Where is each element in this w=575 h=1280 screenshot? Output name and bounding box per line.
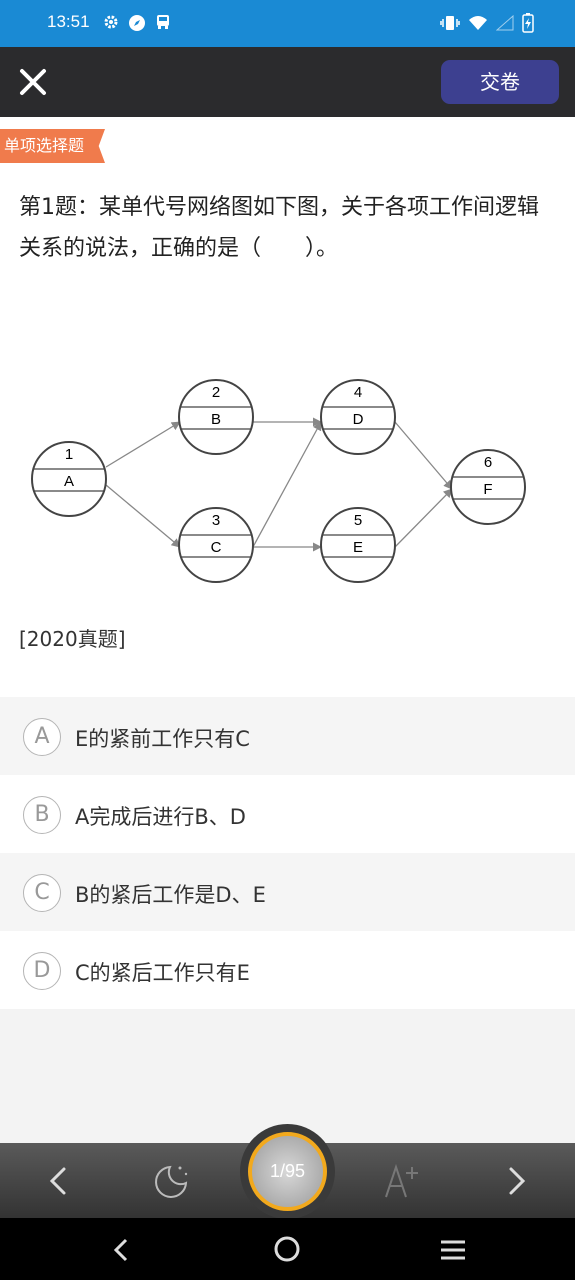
font-size-icon[interactable]	[380, 1159, 424, 1203]
status-time: 13:51	[47, 12, 90, 31]
node-number: 4	[354, 384, 362, 401]
option-text: C的紧后工作只有E	[75, 961, 250, 985]
node-number: 3	[212, 512, 220, 529]
status-left-icons	[103, 14, 171, 32]
option-letter: C	[23, 874, 61, 912]
option-text: A完成后进行B、D	[75, 805, 246, 829]
submit-exam-button[interactable]: 交卷	[441, 60, 559, 104]
progress-indicator[interactable]: 1/95	[240, 1124, 335, 1219]
option-c[interactable]: C B的紧后工作是D、E	[0, 853, 575, 931]
option-letter: B	[23, 796, 61, 834]
compass-icon	[129, 15, 145, 31]
diagram-node: 3 C	[178, 507, 254, 583]
option-letter: D	[23, 952, 61, 990]
diagram-node: 1 A	[31, 441, 107, 517]
night-mode-icon[interactable]	[150, 1159, 194, 1203]
system-nav-bar	[0, 1218, 575, 1280]
network-diagram: 1 A 2 B 3 C 4 D 5 E 6 F	[31, 379, 526, 583]
node-label: A	[64, 473, 74, 490]
option-text: B的紧后工作是D、E	[75, 883, 266, 907]
diagram-node: 5 E	[320, 507, 396, 583]
option-text: E的紧前工作只有C	[75, 727, 250, 751]
option-letter: A	[23, 718, 61, 756]
option-d[interactable]: D C的紧后工作只有E	[0, 931, 575, 1009]
node-label: C	[211, 539, 222, 556]
home-icon[interactable]	[273, 1235, 301, 1263]
node-number: 6	[484, 454, 492, 471]
top-bar: 交卷	[0, 47, 575, 117]
question-source: [2020真题]	[19, 627, 126, 651]
settings-icon	[104, 15, 118, 29]
app-screen: 13:51 交卷 单项选择题 第1题：某单代号网络图如下图，关于各项工作间逻辑关…	[0, 0, 575, 1280]
question-text: 第1题：某单代号网络图如下图，关于各项工作间逻辑关系的说法，正确的是（ ）。	[19, 195, 539, 261]
node-label: F	[483, 481, 492, 498]
back-icon[interactable]	[108, 1236, 136, 1264]
previous-question-icon[interactable]	[36, 1159, 80, 1203]
node-number: 1	[65, 446, 73, 463]
diagram-edges	[105, 417, 453, 552]
node-label: E	[353, 539, 363, 556]
diagram-node: 6 F	[450, 449, 526, 525]
question-type-tag: 单项选择题	[0, 129, 105, 163]
menu-icon[interactable]	[438, 1236, 468, 1264]
signal-icon	[496, 15, 514, 31]
close-icon[interactable]	[18, 67, 48, 97]
question-panel: 单项选择题 第1题：某单代号网络图如下图，关于各项工作间逻辑关系的说法，正确的是…	[0, 117, 575, 697]
battery-icon	[522, 13, 534, 33]
status-bar: 13:51	[0, 0, 575, 47]
node-number: 5	[354, 512, 362, 529]
node-label: D	[353, 411, 364, 428]
progress-text: 1/95	[248, 1132, 327, 1211]
status-right-icons	[440, 13, 534, 33]
diagram-node: 4 D	[320, 379, 396, 455]
node-label: B	[211, 411, 221, 428]
bus-icon	[157, 15, 169, 29]
wifi-icon	[469, 16, 487, 30]
vibrate-icon	[440, 16, 460, 30]
option-b[interactable]: B A完成后进行B、D	[0, 775, 575, 853]
node-number: 2	[212, 384, 220, 401]
option-a[interactable]: A E的紧前工作只有C	[0, 697, 575, 775]
next-question-icon[interactable]	[495, 1159, 539, 1203]
diagram-node: 2 B	[178, 379, 254, 455]
